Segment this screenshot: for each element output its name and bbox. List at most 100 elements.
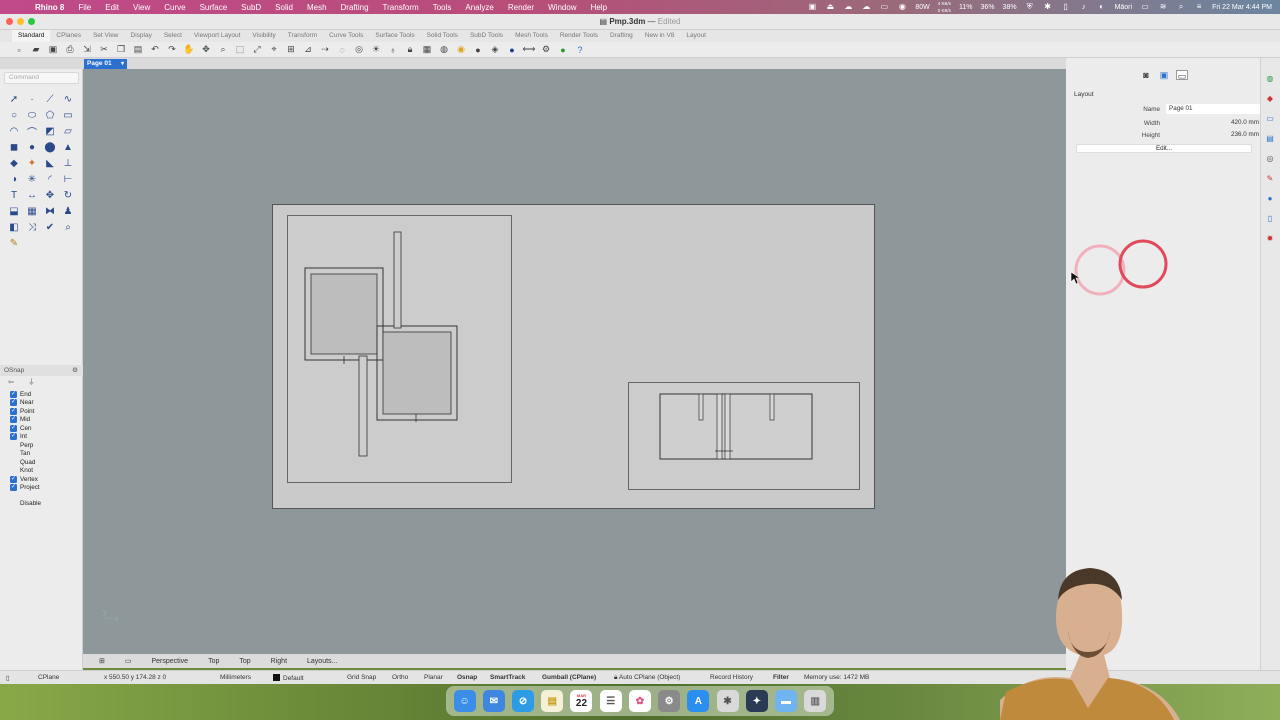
polygon-icon[interactable]: ⬠ bbox=[42, 107, 58, 123]
cloud-icon[interactable]: ☁ bbox=[843, 3, 853, 11]
analyze-icon[interactable]: ♟ bbox=[60, 203, 76, 219]
osnap-item[interactable]: Tan bbox=[10, 450, 83, 459]
zoom-tool-icon[interactable]: ⌕ bbox=[60, 219, 76, 235]
surface-icon[interactable]: ◩ bbox=[42, 123, 58, 139]
zoom-window-icon[interactable]: ⬚ bbox=[233, 44, 247, 56]
sun-panel-icon[interactable]: ✎ bbox=[1264, 174, 1276, 186]
layer-icon[interactable]: ▦ bbox=[420, 44, 434, 56]
chevron-down-icon[interactable]: ▾ bbox=[121, 59, 124, 69]
osnap-item[interactable]: ✓ Mid bbox=[10, 416, 83, 425]
select-icon[interactable]: ⇢ bbox=[318, 44, 332, 56]
gumball-toggle[interactable]: Gumball (CPlane) bbox=[542, 674, 596, 681]
utility-app-icon[interactable]: ✱ bbox=[716, 690, 739, 712]
tab-top-2[interactable]: Top bbox=[229, 658, 260, 665]
app-store-icon[interactable]: A bbox=[687, 690, 710, 712]
new-file-icon[interactable]: ▫ bbox=[12, 44, 26, 56]
save-icon[interactable]: ▣ bbox=[46, 44, 60, 56]
tab-standard[interactable]: Standard bbox=[12, 30, 51, 42]
page-tab[interactable]: Page 01 ▾ bbox=[84, 59, 127, 69]
single-view-icon[interactable]: ▭ bbox=[115, 657, 142, 665]
camera-panel-icon[interactable]: ◎ bbox=[1264, 154, 1276, 166]
tab-right[interactable]: Right bbox=[261, 658, 297, 665]
tab-set-view[interactable]: Set View bbox=[87, 30, 125, 42]
tab-select[interactable]: Select bbox=[158, 30, 188, 42]
redo-icon[interactable]: ↷ bbox=[165, 44, 179, 56]
osnap-item[interactable]: ✓ Int bbox=[10, 433, 83, 442]
display-panel-icon[interactable]: ▭ bbox=[1264, 114, 1276, 126]
menu-app-name[interactable]: Rhino 8 bbox=[28, 3, 71, 12]
layers-icon[interactable]: ▣ bbox=[1158, 70, 1170, 80]
osnap-item[interactable]: ✓ Near bbox=[10, 399, 83, 408]
checkbox-checked[interactable]: ✓ bbox=[10, 407, 17, 415]
osnap-item[interactable]: ✓ Point bbox=[10, 407, 83, 416]
wifi-icon[interactable]: ≋ bbox=[1158, 3, 1168, 11]
tab-visibility[interactable]: Visibility bbox=[246, 30, 281, 42]
checkbox-unchecked[interactable] bbox=[10, 450, 17, 457]
environment-icon[interactable]: ◈ bbox=[488, 44, 502, 56]
move-icon[interactable]: ✥ bbox=[42, 187, 58, 203]
hide-icon[interactable]: ◌ bbox=[335, 44, 349, 56]
point-icon[interactable]: · bbox=[24, 91, 40, 107]
rotate-icon[interactable]: ↻ bbox=[60, 187, 76, 203]
screen-record-icon[interactable]: ▣ bbox=[807, 3, 817, 11]
circle-icon[interactable]: ○ bbox=[6, 107, 22, 123]
checkbox-unchecked[interactable] bbox=[10, 467, 17, 474]
rectangle-icon[interactable]: ▭ bbox=[60, 107, 76, 123]
planar-toggle[interactable]: Planar bbox=[424, 674, 443, 681]
bluetooth-icon[interactable]: ✱ bbox=[1043, 3, 1053, 11]
ortho-toggle[interactable]: Ortho bbox=[392, 674, 408, 681]
osnap-item[interactable]: Quad bbox=[10, 458, 83, 467]
checkbox-unchecked[interactable] bbox=[10, 500, 17, 507]
system-settings-icon[interactable]: ⚙ bbox=[658, 690, 681, 712]
boolean-icon[interactable]: ✦ bbox=[24, 155, 40, 171]
open-file-icon[interactable]: ▰ bbox=[29, 44, 43, 56]
layout-paper[interactable] bbox=[272, 204, 875, 509]
checkbox-checked[interactable]: ✓ bbox=[10, 475, 17, 483]
grasshopper-icon[interactable]: ● bbox=[556, 44, 570, 56]
smarttrack-toggle[interactable]: SmartTrack bbox=[490, 674, 525, 681]
back-icon[interactable]: ⇦ bbox=[8, 378, 14, 386]
cplane-icon[interactable]: ⊿ bbox=[301, 44, 315, 56]
page-panel-icon[interactable]: ▯ bbox=[1264, 214, 1276, 226]
tab-solid-tools[interactable]: Solid Tools bbox=[421, 30, 464, 42]
checkbox-checked[interactable]: ✓ bbox=[10, 399, 17, 407]
menu-drafting[interactable]: Drafting bbox=[334, 3, 376, 12]
offset-icon[interactable]: ⌒ bbox=[24, 123, 40, 139]
show-icon[interactable]: ◎ bbox=[352, 44, 366, 56]
drive-icon[interactable]: ⏏ bbox=[825, 3, 835, 11]
vpn-icon[interactable]: ⛨ bbox=[1025, 3, 1035, 11]
osnap-disable[interactable]: Disable bbox=[0, 492, 83, 507]
cylinder-icon[interactable]: ⬤ bbox=[42, 139, 58, 155]
sidebar-toggle-icon[interactable]: ▯ bbox=[6, 674, 10, 682]
menu-tools[interactable]: Tools bbox=[426, 3, 459, 12]
osnap-item[interactable]: Perp bbox=[10, 441, 83, 450]
scale-icon[interactable]: ⬓ bbox=[6, 203, 22, 219]
rhino-icon[interactable]: ✦ bbox=[745, 690, 768, 712]
tab-drafting[interactable]: Drafting bbox=[604, 30, 639, 42]
tab-perspective[interactable]: Perspective bbox=[142, 658, 199, 665]
checkbox-unchecked[interactable] bbox=[10, 459, 17, 466]
dimension-tool-icon[interactable]: ↔ bbox=[24, 187, 40, 203]
material-icon[interactable]: ◍ bbox=[437, 44, 451, 56]
trim-icon[interactable]: ⊥ bbox=[60, 155, 76, 171]
print-icon[interactable]: ⎙ bbox=[63, 44, 77, 56]
checkbox-checked[interactable]: ✓ bbox=[10, 433, 17, 441]
cut-icon[interactable]: ✂ bbox=[97, 44, 111, 56]
detail-view-front[interactable] bbox=[628, 382, 860, 490]
rotate-view-icon[interactable]: ✥ bbox=[199, 44, 213, 56]
mirror-icon[interactable]: ⧓ bbox=[42, 203, 58, 219]
fillet-edge-icon[interactable]: ◜ bbox=[42, 171, 58, 187]
layer-tool-icon[interactable]: ◧ bbox=[6, 219, 22, 235]
auto-cplane-toggle[interactable]: 🔒︎ Auto CPlane (Object) bbox=[614, 674, 680, 682]
trash-icon[interactable]: ▥ bbox=[804, 690, 827, 712]
pencil-icon[interactable]: ✎ bbox=[6, 235, 22, 251]
ellipse-icon[interactable]: ⬭ bbox=[24, 107, 40, 123]
units-label[interactable]: Millimeters bbox=[220, 674, 251, 681]
pan-icon[interactable]: ✋ bbox=[182, 44, 196, 56]
grid-snap-toggle[interactable]: Grid Snap bbox=[347, 674, 376, 681]
tab-subd-tools[interactable]: SubD Tools bbox=[464, 30, 509, 42]
flip-icon[interactable]: ⤨ bbox=[24, 219, 40, 235]
layer-indicator[interactable]: Default bbox=[273, 674, 304, 682]
checkbox-checked[interactable]: ✓ bbox=[10, 390, 17, 398]
clock[interactable]: Fri 22 Mar 4:44 PM bbox=[1212, 4, 1272, 11]
